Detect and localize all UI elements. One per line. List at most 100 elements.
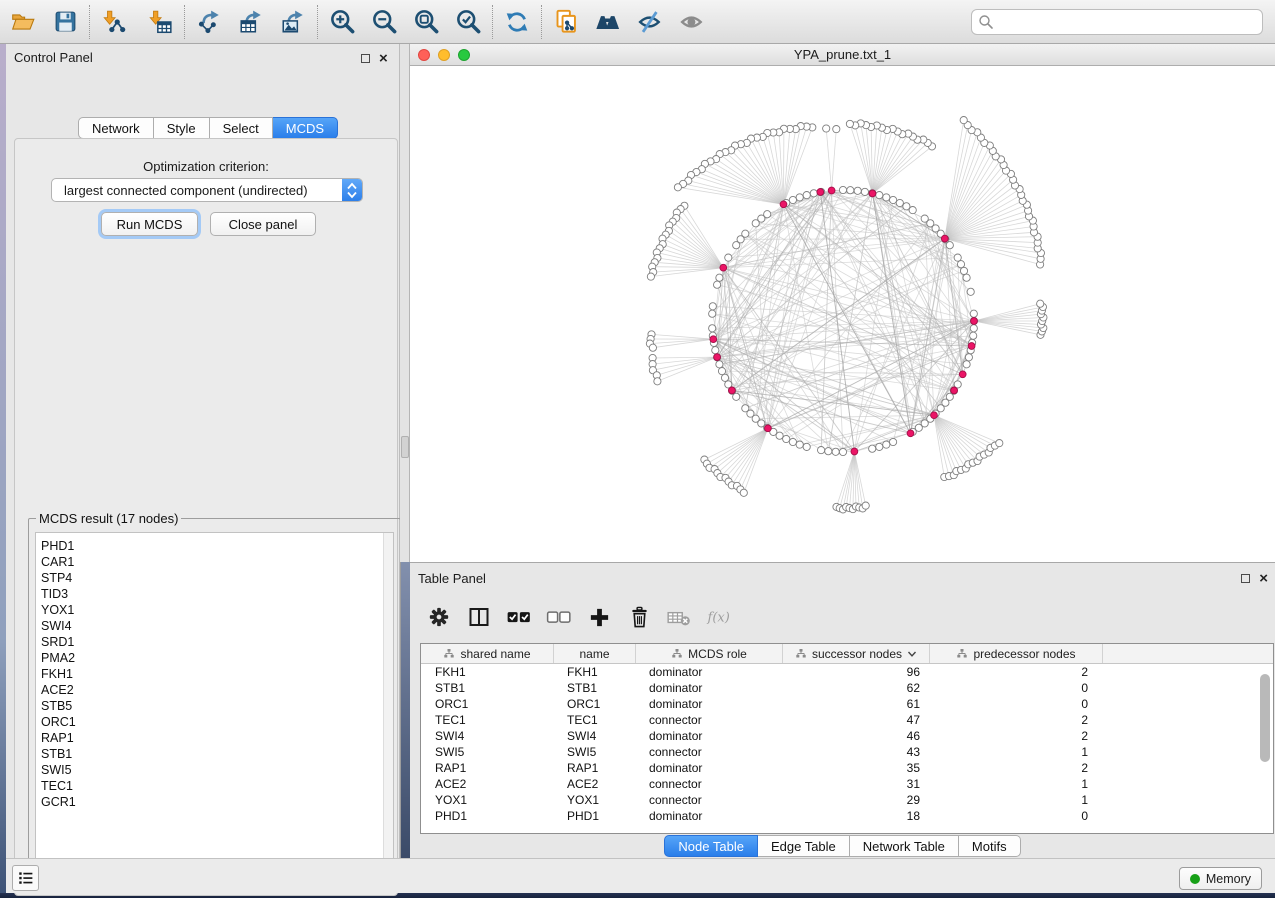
table-row[interactable]: ORC1ORC1dominator610 [421,696,1273,712]
column-header-shared-name[interactable]: shared name [421,644,554,663]
mcds-list-scrollbar[interactable] [383,533,393,883]
run-mcds-button[interactable]: Run MCDS [101,212,198,236]
copy-network-icon[interactable] [549,5,583,39]
close-panel-button[interactable]: Close panel [210,212,316,236]
mcds-result-node[interactable]: FKH1 [41,666,383,682]
network-window-titlebar: YPA_prune.txt_1 [410,44,1275,66]
panel-splitter [400,44,410,562]
criterion-dropdown[interactable]: largest connected component (undirected) [51,178,363,202]
tab-edge-table[interactable]: Edge Table [758,835,850,857]
mcds-result-list[interactable]: PHD1CAR1STP4TID3YOX1SWI4SRD1PMA2FKH1ACE2… [35,532,394,884]
zoom-fit-icon[interactable] [409,5,443,39]
save-session-icon[interactable] [48,5,82,39]
column-header-mcds-role[interactable]: MCDS role [636,644,783,663]
table-row[interactable]: TEC1TEC1connector472 [421,712,1273,728]
select-all-columns-icon[interactable] [506,604,532,630]
search-input[interactable] [994,12,1256,32]
close-panel-x-button[interactable]: × [379,54,388,63]
unselect-all-columns-icon[interactable] [546,604,572,630]
mcds-result-node[interactable]: PMA2 [41,650,383,666]
fx-glyph: f(x) [707,611,730,626]
column-header-predecessor-nodes[interactable]: predecessor nodes [930,644,1103,663]
network-canvas[interactable] [410,66,1275,562]
zoom-in-icon[interactable] [325,5,359,39]
float-table-panel-button[interactable] [1241,571,1250,586]
export-table-icon[interactable] [234,5,268,39]
mcds-result-node[interactable]: ACE2 [41,682,383,698]
import-table-icon[interactable] [143,5,177,39]
mcds-result-node[interactable]: YOX1 [41,602,383,618]
tab-style[interactable]: Style [154,117,210,139]
mcds-result-node[interactable]: STB5 [41,698,383,714]
table-row[interactable]: ACE2ACE2connector311 [421,776,1273,792]
scrollbar-thumb[interactable] [1260,674,1270,762]
cell-name: RAP1 [554,761,636,775]
mcds-result-node[interactable]: CAR1 [41,554,383,570]
table-row[interactable]: FKH1FKH1dominator962 [421,664,1273,680]
tab-motifs[interactable]: Motifs [959,835,1021,857]
table-settings-gear-icon[interactable] [426,604,452,630]
mcds-result-node[interactable]: PHD1 [41,538,383,554]
mcds-result-node[interactable]: SRD1 [41,634,383,650]
function-builder-fx-icon-disabled: f(x) [706,604,732,630]
table-vertical-scrollbar[interactable] [1259,666,1271,833]
table-body: FKH1FKH1dominator962STB1STB1dominator620… [421,664,1273,824]
table-row[interactable]: RAP1RAP1dominator352 [421,760,1273,776]
table-toolbar: f(x) [420,597,1266,637]
search-field[interactable] [971,9,1263,35]
tab-node-table[interactable]: Node Table [664,835,758,857]
cell-name: SWI4 [554,729,636,743]
control-panel-title: Control Panel [14,50,93,65]
mcds-result-node[interactable]: GCR1 [41,794,383,810]
mcds-result-node[interactable]: ORC1 [41,714,383,730]
tab-network-table[interactable]: Network Table [850,835,959,857]
memory-button[interactable]: Memory [1179,867,1262,890]
cell-predecessor-nodes: 2 [930,761,1103,775]
mcds-result-node[interactable]: TEC1 [41,778,383,794]
table-row[interactable]: STB1STB1dominator620 [421,680,1273,696]
mcds-result-node[interactable]: STB1 [41,746,383,762]
open-session-icon[interactable] [6,5,40,39]
export-network-icon[interactable] [192,5,226,39]
table-row[interactable]: SWI5SWI5connector431 [421,744,1273,760]
refresh-icon[interactable] [500,5,534,39]
splitter-handle[interactable] [401,436,409,458]
hide-selected-eye-icon[interactable] [633,5,667,39]
column-header-name[interactable]: name [554,644,636,663]
search-icon [978,14,994,30]
split-columns-icon[interactable] [466,604,492,630]
zoom-out-icon[interactable] [367,5,401,39]
tab-mcds[interactable]: MCDS [273,117,338,139]
add-column-plus-icon[interactable] [586,604,612,630]
cell-predecessor-nodes: 0 [930,697,1103,711]
toolbar-separator [541,5,542,39]
mcds-result-title: MCDS result (17 nodes) [36,511,181,526]
column-header-successor-nodes[interactable]: successor nodes [783,644,930,663]
binoculars-icon[interactable] [591,5,625,39]
cell-predecessor-nodes: 0 [930,681,1103,695]
close-table-panel-x-button[interactable]: × [1259,574,1268,583]
table-row[interactable]: YOX1YOX1connector291 [421,792,1273,808]
desktop-background: Control Panel × Network Style Select MCD… [0,0,1275,898]
export-image-icon[interactable] [276,5,310,39]
mcds-result-node[interactable]: STP4 [41,570,383,586]
float-panel-button[interactable] [361,51,370,66]
tab-network[interactable]: Network [78,117,154,139]
cell-mcds-role: dominator [636,729,783,743]
mcds-result-node[interactable]: TID3 [41,586,383,602]
tab-select[interactable]: Select [210,117,273,139]
cell-mcds-role: connector [636,745,783,759]
cell-successor-nodes: 47 [783,713,930,727]
delete-column-trash-icon[interactable] [626,604,652,630]
network-window-title: YPA_prune.txt_1 [410,47,1275,62]
zoom-selected-icon[interactable] [451,5,485,39]
table-row[interactable]: SWI4SWI4dominator462 [421,728,1273,744]
mcds-result-node[interactable]: SWI4 [41,618,383,634]
mcds-result-node[interactable]: RAP1 [41,730,383,746]
cell-name: SWI5 [554,745,636,759]
table-row[interactable]: PHD1PHD1dominator180 [421,808,1273,824]
import-network-icon[interactable] [97,5,131,39]
show-all-eye-icon[interactable] [675,5,709,39]
task-history-list-button[interactable] [12,865,39,891]
mcds-result-node[interactable]: SWI5 [41,762,383,778]
